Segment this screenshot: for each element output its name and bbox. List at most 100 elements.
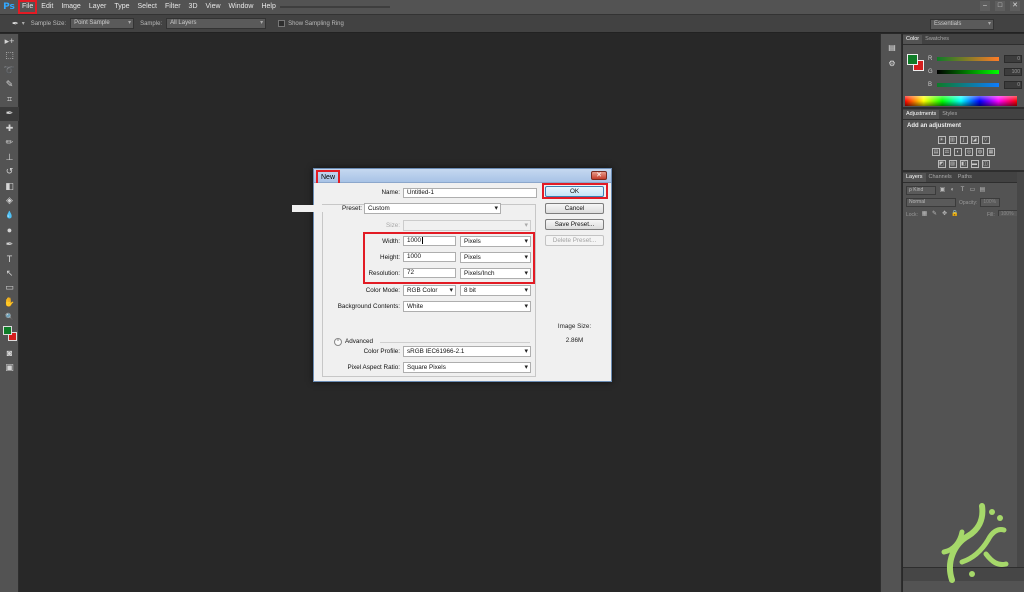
hue-saturation-icon[interactable]: ▤ [932,148,940,156]
name-field[interactable]: Untitled-1 [403,188,537,198]
tab-paths[interactable]: Paths [955,173,975,182]
tab-adjustments[interactable]: Adjustments [903,110,940,119]
menu-select[interactable]: Select [134,0,161,14]
blur-icon[interactable]: 💧 [0,208,19,223]
eyedropper-icon[interactable]: ✒ [12,19,19,28]
color-mode-select[interactable]: RGB Color [403,285,456,296]
blue-slider[interactable] [937,83,999,87]
red-slider[interactable] [937,57,999,61]
clone-stamp-icon[interactable]: ⊥ [0,150,19,165]
dialog-close-button[interactable]: ✕ [591,171,607,180]
pixel-filter-icon[interactable]: ▣ [939,187,946,194]
blend-mode-select[interactable]: Normal [906,198,956,207]
exposure-icon[interactable]: ◪ [970,136,979,144]
tab-channels[interactable]: Channels [926,173,955,182]
curves-icon[interactable]: ∫ [959,136,968,144]
layer-kind-select[interactable]: ρ Kind [906,186,936,195]
brightness-icon[interactable]: ☀ [937,136,946,144]
rectangle-icon[interactable]: ▭ [0,281,19,296]
green-slider[interactable] [937,70,999,74]
hand-icon[interactable]: ✋ [0,295,19,310]
tab-styles[interactable]: Styles [939,110,960,119]
minimize-button[interactable]: – [980,1,990,11]
invert-icon[interactable]: ◩ [937,160,946,168]
type-filter-icon[interactable]: T [959,187,966,194]
paint-bucket-icon[interactable]: ◈ [0,194,19,209]
sample-select[interactable]: All Layers [166,18,267,29]
menu-edit[interactable]: Edit [37,0,57,14]
foreground-color-swatch[interactable] [3,326,12,335]
color-swatches[interactable] [0,324,18,346]
bit-depth-select[interactable]: 8 bit [460,285,531,296]
vibrance-icon[interactable]: ▽ [981,136,990,144]
show-sampling-ring-checkbox[interactable] [278,20,286,27]
opacity-value[interactable]: 100% [980,198,1001,207]
ok-button[interactable]: OK [545,186,604,197]
background-contents-select[interactable]: White [403,301,531,312]
advanced-label[interactable]: Advanced [345,338,373,345]
photo-filter-icon[interactable]: ◎ [965,148,973,156]
cancel-button[interactable]: Cancel [545,203,604,214]
spot-healing-icon[interactable]: ✚ [0,121,19,136]
posterize-icon[interactable]: ▨ [948,160,957,168]
green-value[interactable]: 100 [1004,68,1022,76]
menu-view[interactable]: View [202,0,225,14]
maximize-button[interactable]: □ [995,1,1005,11]
lasso-icon[interactable]: ➰ [0,63,19,78]
tab-swatches[interactable]: Swatches [922,35,952,44]
channel-mixer-icon[interactable]: ◍ [976,148,984,156]
history-brush-icon[interactable]: ↺ [0,165,19,180]
chevron-down-icon[interactable]: ▾ [22,20,25,27]
history-icon[interactable]: ▤ [881,40,903,54]
brush-icon[interactable]: ✏ [0,136,19,151]
selective-color-icon[interactable]: ◫ [981,160,990,168]
screen-mode-icon[interactable]: ▣ [0,361,19,376]
close-button[interactable]: ✕ [1010,1,1020,11]
color-profile-select[interactable]: sRGB IEC61966-2.1 [403,346,531,357]
tab-layers[interactable]: Layers [903,173,926,182]
foreground-color-swatch[interactable] [907,54,918,65]
eyedropper-tool-icon[interactable]: ✒ [0,106,19,121]
eraser-icon[interactable]: ◧ [0,179,19,194]
quick-select-icon[interactable]: ✎ [0,78,19,93]
sample-size-select[interactable]: Point Sample [70,18,135,29]
levels-icon[interactable]: ▥ [948,136,957,144]
color-balance-icon[interactable]: ⚖ [943,148,951,156]
properties-icon[interactable]: ⚙ [881,56,903,70]
color-spectrum[interactable] [905,96,1017,106]
layers-scrollbar[interactable] [1017,172,1024,581]
color-lookup-icon[interactable]: ▦ [987,148,995,156]
type-icon[interactable]: T [0,252,19,267]
menu-type[interactable]: Type [110,0,133,14]
preset-select[interactable]: Custom [364,203,501,214]
smart-object-filter-icon[interactable]: ▤ [979,187,986,194]
save-preset-button[interactable]: Save Preset... [545,219,604,230]
menu-window[interactable]: Window [225,0,258,14]
red-value[interactable]: 0 [1004,55,1022,63]
shape-filter-icon[interactable]: ▭ [969,187,976,194]
menu-3d[interactable]: 3D [185,0,202,14]
zoom-icon[interactable]: 🔍 [0,310,19,325]
menu-layer[interactable]: Layer [85,0,111,14]
threshold-icon[interactable]: ◧ [959,160,968,168]
quick-mask-icon[interactable]: ◙ [0,346,19,361]
adjustment-filter-icon[interactable]: ◐ [949,187,956,194]
dodge-icon[interactable]: ● [0,223,19,238]
path-select-icon[interactable]: ↖ [0,266,19,281]
black-white-icon[interactable]: ◐ [954,148,962,156]
marquee-icon[interactable]: ⬚ [0,49,19,64]
dialog-titlebar[interactable]: New ✕ [314,169,611,185]
menu-image[interactable]: Image [57,0,84,14]
gradient-map-icon[interactable]: ▬ [970,160,979,168]
tab-color[interactable]: Color [903,35,923,44]
menu-help[interactable]: Help [257,0,279,14]
pen-icon[interactable]: ✒ [0,237,19,252]
menu-file[interactable]: File [18,0,38,14]
crop-icon[interactable]: ⌗ [0,92,19,107]
advanced-toggle-icon[interactable]: ⌃ [334,338,342,346]
size-select[interactable] [403,220,531,231]
workspace-select[interactable]: Essentials [930,19,994,30]
menu-filter[interactable]: Filter [161,0,185,14]
move-icon[interactable]: ▸+ [0,34,19,49]
blue-value[interactable]: 0 [1004,81,1022,89]
